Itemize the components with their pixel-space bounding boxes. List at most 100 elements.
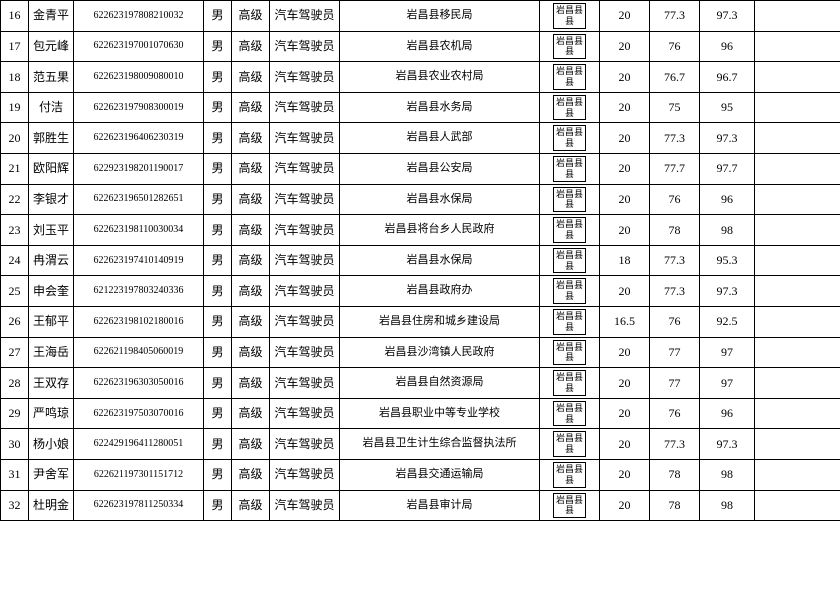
table-row: 32 杜明金 622623197811250334 男 高级 汽车驾驶员 岩昌县… [1,490,840,521]
location-badge: 岩昌县县 [553,125,586,151]
organization: 岩昌县将台乡人民政府 [340,215,540,246]
sex: 男 [204,1,232,32]
badge-cell: 岩昌县县 [540,459,600,490]
organization: 岩昌县交通运输局 [340,459,540,490]
extra-cell [755,31,840,62]
location-badge: 岩昌县县 [553,34,586,60]
person-name: 金青平 [29,1,74,32]
badge-cell: 岩昌县县 [540,245,600,276]
badge-cell: 岩昌县县 [540,337,600,368]
badge-cell: 岩昌县县 [540,31,600,62]
badge-cell: 岩昌县县 [540,368,600,399]
sex: 男 [204,429,232,460]
level: 高级 [232,490,270,521]
extra-cell [755,398,840,429]
level: 高级 [232,398,270,429]
score-p1: 20 [600,398,650,429]
row-number: 25 [1,276,29,307]
sex: 男 [204,92,232,123]
person-name: 冉渭云 [29,245,74,276]
score-p1: 20 [600,184,650,215]
location-badge: 岩昌县县 [553,493,586,519]
level: 高级 [232,92,270,123]
extra-cell [755,92,840,123]
score-p2: 78 [650,459,700,490]
score-p2: 78 [650,490,700,521]
person-name: 杨小娘 [29,429,74,460]
cert-type: 汽车驾驶员 [270,1,340,32]
table-row: 23 刘玉平 622623198110030034 男 高级 汽车驾驶员 岩昌县… [1,215,840,246]
id-number: 622623197808210032 [74,1,204,32]
score-p2: 77 [650,368,700,399]
id-number: 622923198201190017 [74,153,204,184]
table-row: 17 包元峰 622623197001070630 男 高级 汽车驾驶员 岩昌县… [1,31,840,62]
organization: 岩昌县沙湾镇人民政府 [340,337,540,368]
row-number: 32 [1,490,29,521]
table-row: 29 严鸣琼 622623197503070016 男 高级 汽车驾驶员 岩昌县… [1,398,840,429]
sex: 男 [204,62,232,93]
person-name: 范五果 [29,62,74,93]
table-row: 20 郭胜生 622623196406230319 男 高级 汽车驾驶员 岩昌县… [1,123,840,154]
cert-type: 汽车驾驶员 [270,490,340,521]
person-name: 申会奎 [29,276,74,307]
person-name: 郭胜生 [29,123,74,154]
score-p2: 76.7 [650,62,700,93]
row-number: 26 [1,306,29,337]
extra-cell [755,276,840,307]
person-name: 杜明金 [29,490,74,521]
row-number: 22 [1,184,29,215]
extra-cell [755,459,840,490]
organization: 岩昌县农业农村局 [340,62,540,93]
level: 高级 [232,337,270,368]
table-row: 28 王双存 622623196303050016 男 高级 汽车驾驶员 岩昌县… [1,368,840,399]
extra-cell [755,306,840,337]
badge-cell: 岩昌县县 [540,276,600,307]
row-number: 29 [1,398,29,429]
score-p2: 75 [650,92,700,123]
score-p2: 76 [650,184,700,215]
main-table-wrapper: 16 金青平 622623197808210032 男 高级 汽车驾驶员 岩昌县… [0,0,840,521]
person-name: 欧阳辉 [29,153,74,184]
id-number: 622623196303050016 [74,368,204,399]
sex: 男 [204,31,232,62]
id-number: 622623197001070630 [74,31,204,62]
row-number: 31 [1,459,29,490]
person-name: 王海岳 [29,337,74,368]
id-number: 622623197503070016 [74,398,204,429]
cert-type: 汽车驾驶员 [270,184,340,215]
organization: 岩昌县水务局 [340,92,540,123]
cert-type: 汽车驾驶员 [270,306,340,337]
sex: 男 [204,368,232,399]
sex: 男 [204,276,232,307]
table-row: 18 范五果 622623198009080010 男 高级 汽车驾驶员 岩昌县… [1,62,840,93]
extra-cell [755,429,840,460]
level: 高级 [232,153,270,184]
organization: 岩昌县公安局 [340,153,540,184]
score-p1: 20 [600,368,650,399]
level: 高级 [232,245,270,276]
table-row: 31 尹舍军 622621197301151712 男 高级 汽车驾驶员 岩昌县… [1,459,840,490]
organization: 岩昌县移民局 [340,1,540,32]
score-p1: 16.5 [600,306,650,337]
score-p1: 20 [600,490,650,521]
score-p2: 78 [650,215,700,246]
extra-cell [755,1,840,32]
person-name: 包元峰 [29,31,74,62]
score-p1: 20 [600,1,650,32]
extra-cell [755,245,840,276]
score-p3: 96 [700,398,755,429]
extra-cell [755,368,840,399]
id-number: 621223197803240336 [74,276,204,307]
score-p1: 20 [600,337,650,368]
person-name: 李银才 [29,184,74,215]
person-name: 王双存 [29,368,74,399]
id-number: 622623198110030034 [74,215,204,246]
badge-cell: 岩昌县县 [540,153,600,184]
organization: 岩昌县审计局 [340,490,540,521]
organization: 岩昌县水保局 [340,245,540,276]
location-badge: 岩昌县县 [553,340,586,366]
score-p3: 96 [700,184,755,215]
table-row: 19 付洁 622623197908300019 男 高级 汽车驾驶员 岩昌县水… [1,92,840,123]
sex: 男 [204,184,232,215]
score-p2: 77.3 [650,245,700,276]
